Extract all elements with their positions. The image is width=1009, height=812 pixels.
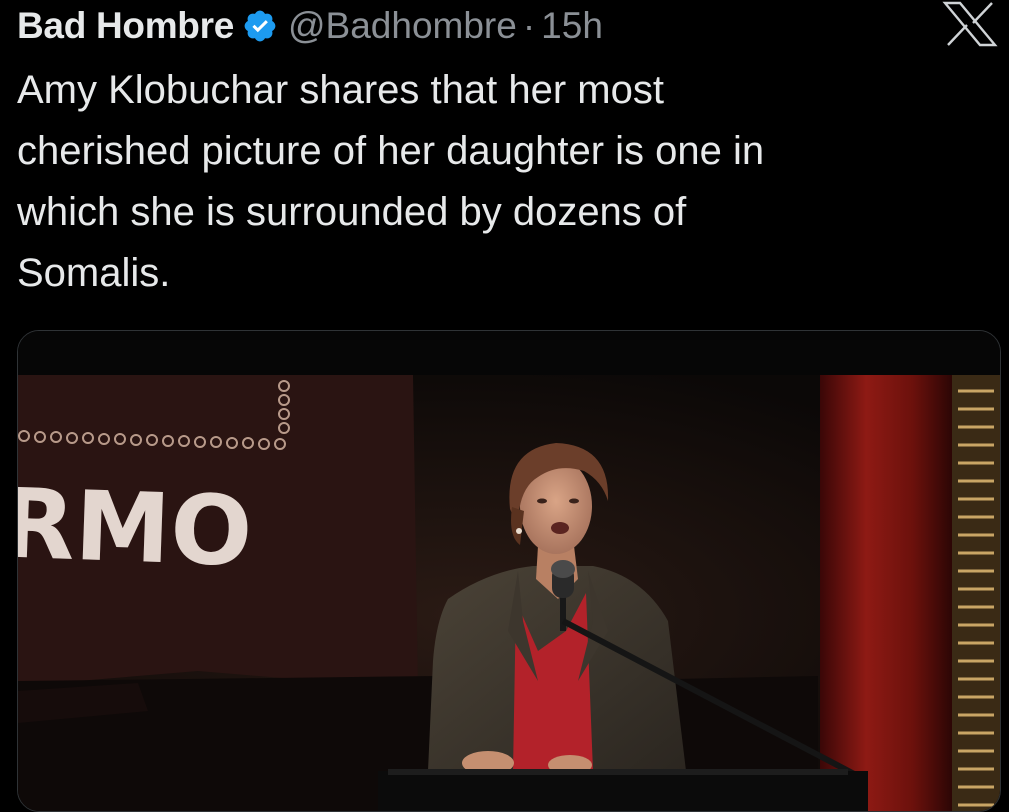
tweet-header: Bad Hombre @Badhombre · 15h [17, 0, 603, 52]
tweet-media-photo[interactable]: RMO [17, 330, 1001, 812]
tweet-timestamp[interactable]: 15h [541, 5, 603, 47]
author-handle[interactable]: @Badhombre [288, 5, 517, 47]
separator-dot: · [522, 5, 536, 46]
x-logo-icon [942, 1, 998, 47]
photo-image: RMO [18, 331, 1000, 811]
sign-text: RMO [18, 467, 254, 588]
tweet[interactable]: Bad Hombre @Badhombre · 15h Amy Klobucha… [0, 0, 1009, 812]
tweet-text: Amy Klobuchar shares that her most cheri… [17, 68, 765, 295]
author-name[interactable]: Bad Hombre [17, 5, 234, 47]
verified-badge-icon [244, 10, 276, 42]
